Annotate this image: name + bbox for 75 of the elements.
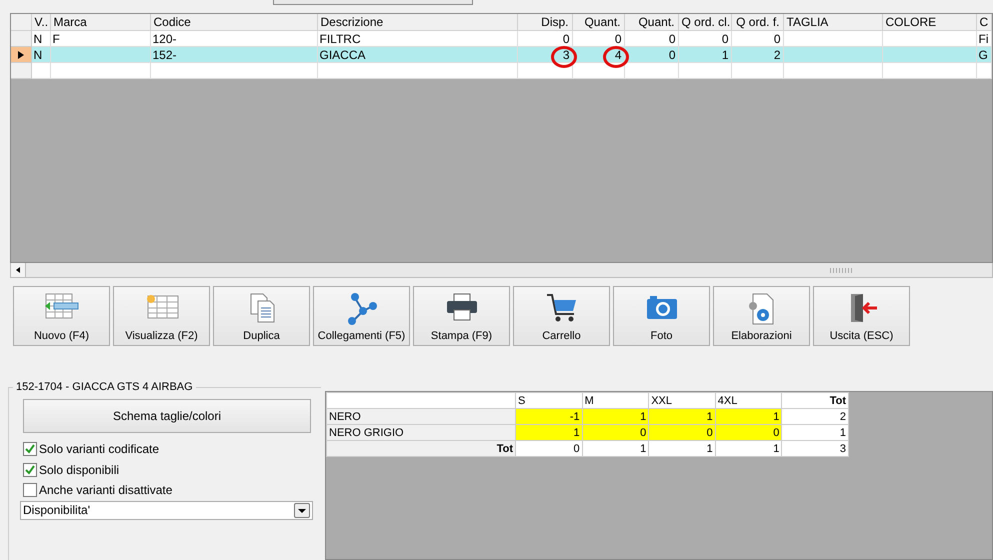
- dropdown[interactable]: Disponibilita': [20, 500, 313, 520]
- table-cell: 0: [582, 424, 649, 440]
- table-cell: 3: [782, 440, 848, 456]
- row-pointer-icon: [18, 50, 24, 58]
- table-cell: 0: [516, 440, 582, 456]
- table-cell: 1: [678, 46, 731, 62]
- column-header: 4XL: [715, 392, 782, 408]
- table-cell: 152-: [150, 46, 317, 62]
- column-header[interactable]: Descrizione: [317, 14, 517, 30]
- table-cell: 1: [648, 408, 716, 424]
- toolbar-button[interactable]: Uscita (ESC): [813, 286, 910, 346]
- toolbar-button[interactable]: Foto: [613, 286, 710, 346]
- column-header[interactable]: V..: [31, 14, 50, 30]
- row-header[interactable]: [11, 46, 31, 62]
- column-header[interactable]: Q ord. f.: [731, 14, 783, 30]
- checkbox-label: Solo disponibili: [39, 462, 120, 477]
- printer-icon: [444, 292, 478, 322]
- table-cell: 2: [782, 408, 848, 424]
- toolbar-button[interactable]: Collegamenti (F5): [313, 286, 410, 346]
- table-cell: 1: [782, 424, 848, 440]
- table-cell: 0: [678, 30, 731, 46]
- table-cell: 0: [715, 424, 782, 440]
- checkbox[interactable]: [23, 483, 37, 498]
- column-header: Tot: [782, 392, 848, 408]
- toolbar-button[interactable]: Stampa (F9): [413, 286, 510, 346]
- table-cell: 1: [715, 408, 782, 424]
- row-label: Tot: [326, 440, 516, 456]
- toolbar-button[interactable]: Duplica: [213, 286, 310, 346]
- table-cell: 2: [731, 46, 783, 62]
- column-header[interactable]: COLORE: [882, 14, 976, 30]
- toolbar-button[interactable]: Elaborazioni: [713, 286, 810, 346]
- table-cell: 0: [624, 30, 678, 46]
- table-cell: 1: [516, 424, 582, 440]
- column-header[interactable]: Marca: [50, 14, 150, 30]
- checkbox-label: Anche varianti disattivate: [39, 483, 172, 498]
- column-header[interactable]: Q ord. cl.: [678, 14, 731, 30]
- toolbar-button[interactable]: Visualizza (F2): [113, 286, 210, 346]
- schema-button[interactable]: Schema taglie/colori: [23, 399, 311, 433]
- table-cell: FILTRC: [317, 30, 517, 46]
- table-cell: 120-: [150, 30, 317, 46]
- table-cell: 0: [731, 30, 783, 46]
- column-header[interactable]: Quant.: [572, 14, 624, 30]
- column-header: XXL: [648, 392, 716, 408]
- table-cell: GIACCA: [317, 46, 517, 62]
- table-cell: 0: [648, 424, 716, 440]
- column-header: S: [516, 392, 582, 408]
- checkbox[interactable]: [23, 462, 37, 477]
- table-cell: 0: [517, 30, 572, 46]
- row-label: NERO GRIGIO: [326, 424, 516, 440]
- table-cell: F: [50, 30, 150, 46]
- column-header[interactable]: Quant.: [624, 14, 678, 30]
- toolbar-button[interactable]: Carrello: [513, 286, 610, 346]
- checkmark-icon: [25, 444, 35, 454]
- table-cell: 1: [582, 408, 649, 424]
- checkbox[interactable]: [23, 442, 37, 456]
- horizontal-scrollbar[interactable]: [10, 263, 993, 278]
- column-header[interactable]: TAGLIA: [783, 14, 882, 30]
- table-cell: 1: [648, 440, 716, 456]
- toolbar-button[interactable]: Nuovo (F4): [13, 286, 110, 346]
- row-header-corner: [11, 14, 31, 30]
- row-label: NERO: [326, 408, 516, 424]
- table-cell: 1: [582, 440, 649, 456]
- network-nodes-icon: [346, 292, 378, 326]
- group-title: 152-1704 - GIACCA GTS 4 AIRBAG: [15, 381, 194, 393]
- table-cell: 1: [715, 440, 782, 456]
- table-cell: -1: [516, 408, 582, 424]
- column-header[interactable]: C: [976, 14, 992, 30]
- column-header: M: [582, 392, 649, 408]
- column-header[interactable]: Disp.: [517, 14, 572, 30]
- checkmark-icon: [25, 464, 35, 475]
- column-header[interactable]: Codice: [150, 14, 317, 30]
- table-cell: 0: [572, 30, 624, 46]
- checkbox-label: Solo varianti codificate: [39, 442, 160, 456]
- scroll-left-icon[interactable]: [11, 263, 26, 277]
- shopping-cart-icon: [544, 292, 578, 324]
